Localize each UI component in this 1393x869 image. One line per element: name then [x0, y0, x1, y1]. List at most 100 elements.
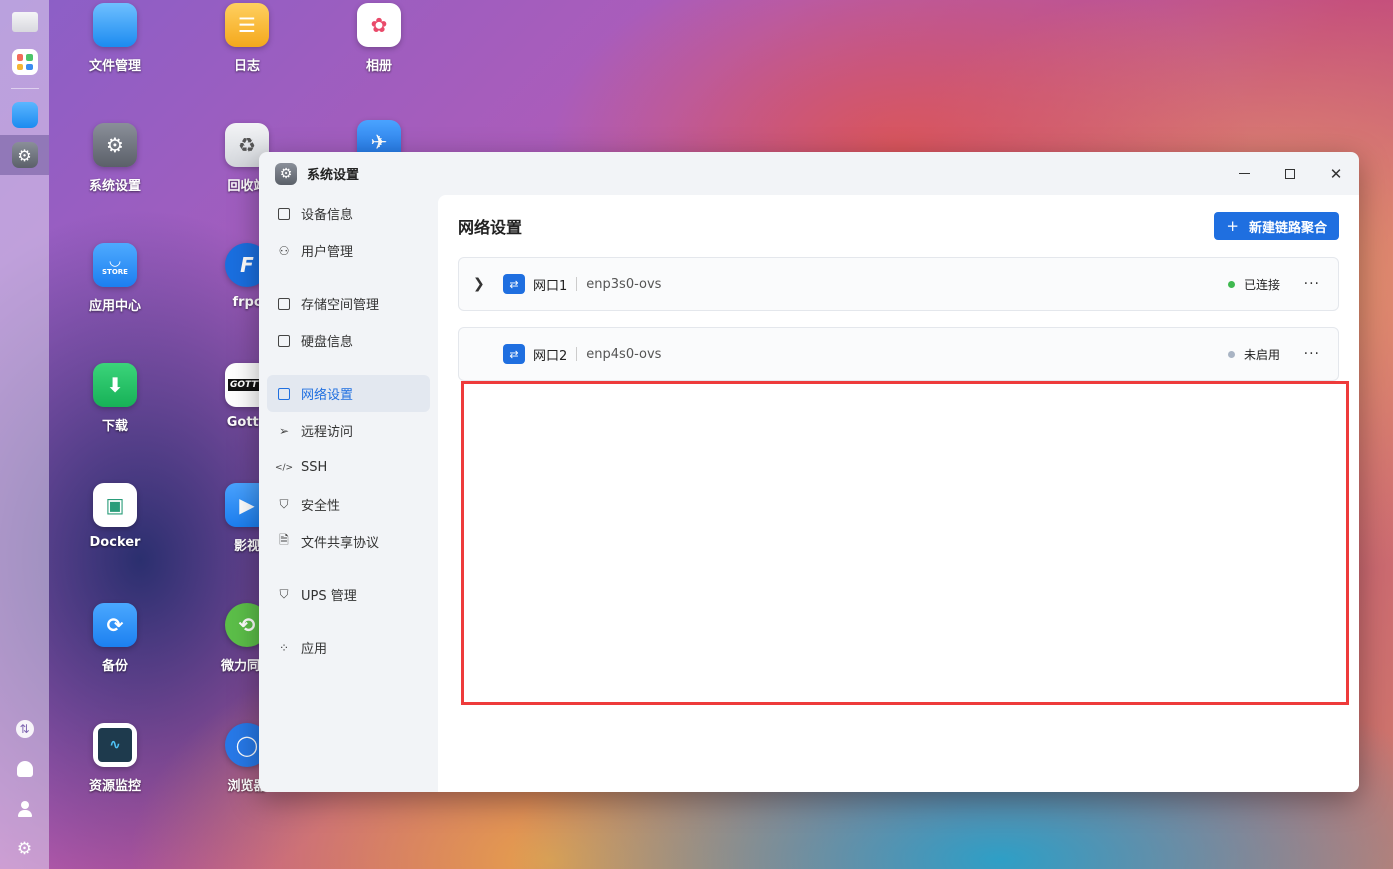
- sidebar-item-ssh[interactable]: </> SSH: [267, 449, 430, 486]
- gear-icon: ⚙: [93, 123, 137, 167]
- network-icon: [277, 387, 291, 401]
- desktop-icon-store[interactable]: ◡ STORE 应用中心: [65, 243, 165, 314]
- desktop-icon-label: 文件管理: [88, 59, 141, 74]
- maximize-icon: [1285, 168, 1295, 179]
- desktop-icon-download[interactable]: ⬇ 下载: [65, 363, 165, 434]
- window-titlebar[interactable]: ⚙ 系统设置 ✕: [259, 152, 1359, 195]
- user-icon: ⚇: [278, 243, 290, 258]
- window-title: 系统设置: [307, 168, 360, 183]
- desktop-icon-monitor[interactable]: ∿ 资源监控: [65, 723, 165, 794]
- files-dock-button[interactable]: [0, 95, 49, 135]
- cog-icon: ⚙: [16, 839, 33, 859]
- settings-bottom-dock-button[interactable]: ⚙: [0, 829, 49, 869]
- status-badge: 已连接: [1227, 276, 1280, 293]
- sidebar-item-remote-access[interactable]: ➢ 远程访问: [267, 412, 430, 449]
- sidebar-item-label: 远程访问: [301, 425, 354, 440]
- log-icon: ☰: [225, 3, 269, 47]
- sidebar-item-label: 应用: [301, 642, 328, 657]
- sidebar-item-storage[interactable]: 存储空间管理: [267, 285, 430, 322]
- disk-icon: [277, 334, 291, 348]
- button-label: 新建链路聚合: [1248, 220, 1327, 236]
- store-badge-text: STORE: [102, 268, 128, 276]
- sidebar-item-label: 安全性: [301, 499, 341, 514]
- dock: ⚙ ⇅ ⚙: [0, 0, 49, 869]
- port-name: 网口1: [533, 278, 568, 294]
- status-dot-icon: [1227, 280, 1235, 288]
- monitor-icon: ∿: [93, 723, 137, 767]
- chevron-right-icon[interactable]: ❯: [473, 276, 489, 292]
- plus-icon: +: [1226, 217, 1239, 235]
- sidebar-item-ups[interactable]: ⛉ UPS 管理: [267, 576, 430, 613]
- port-name: 网口2: [533, 348, 568, 364]
- upload-dock-button[interactable]: ⇅: [0, 709, 49, 749]
- gear-icon: ⚙: [11, 142, 38, 168]
- launcher-dock-button[interactable]: [0, 42, 49, 82]
- send-icon: ➢: [278, 423, 290, 438]
- port-device: enp3s0-ovs: [586, 276, 662, 292]
- download-icon: ⬇: [93, 363, 137, 407]
- desktop-icon-label: 日志: [233, 59, 260, 74]
- close-button[interactable]: ✕: [1313, 152, 1359, 195]
- maximize-button[interactable]: [1267, 152, 1313, 195]
- minimize-button[interactable]: [1221, 152, 1267, 195]
- shield-check-icon: ⛉: [279, 497, 289, 511]
- sidebar-item-security[interactable]: ⛉ 安全性: [267, 486, 430, 523]
- new-link-aggregation-button[interactable]: + 新建链路聚合: [1214, 212, 1339, 240]
- desktop-icon-log[interactable]: ☰ 日志: [197, 3, 297, 74]
- sidebar-item-label: 存储空间管理: [301, 298, 380, 313]
- apps-icon: ⁘: [278, 640, 290, 655]
- desktop-icon-settings[interactable]: ⚙ 系统设置: [65, 123, 165, 194]
- network-port-card[interactable]: ⇄ 网口2 enp4s0-ovs 未启用 ···: [458, 327, 1339, 381]
- sidebar-item-network[interactable]: 网络设置: [267, 375, 430, 412]
- sidebar-item-label: UPS 管理: [301, 589, 357, 604]
- file-icon: 🗎: [279, 533, 289, 547]
- divider: [576, 347, 578, 361]
- sidebar-item-apps[interactable]: ⁘ 应用: [267, 629, 430, 666]
- backup-icon: ⟳: [93, 603, 137, 647]
- settings-dock-button[interactable]: ⚙: [0, 135, 49, 175]
- status-badge: 未启用: [1227, 346, 1280, 363]
- dock-divider: [10, 88, 39, 89]
- desktop-icon-backup[interactable]: ⟳ 备份: [65, 603, 165, 674]
- more-options-icon[interactable]: ···: [1304, 276, 1320, 292]
- close-icon: ✕: [1329, 164, 1343, 183]
- desktop-icon-docker[interactable]: ▣ Docker: [65, 483, 165, 550]
- desktop-icon-label: 系统设置: [88, 179, 141, 194]
- sidebar-item-label: 网络设置: [301, 388, 354, 403]
- port-swap-icon: ⇄: [503, 274, 525, 294]
- transfer-icon: ⇅: [15, 720, 34, 738]
- desktop-icon-label: 资源监控: [88, 779, 141, 794]
- folder-icon: [93, 3, 137, 47]
- account-dock-button[interactable]: [0, 789, 49, 829]
- desktop-icon-label: 应用中心: [88, 299, 141, 314]
- sidebar-item-label: SSH: [301, 460, 328, 475]
- sidebar-item-disks[interactable]: 硬盘信息: [267, 322, 430, 359]
- desktop-icon-photos[interactable]: ✿ 相册: [329, 3, 429, 74]
- code-icon: </>: [274, 462, 294, 473]
- storage-icon: [277, 297, 291, 311]
- device-icon: [277, 207, 291, 221]
- desktop-icon-label: Docker: [89, 535, 141, 550]
- sidebar-item-file-sharing[interactable]: 🗎 文件共享协议: [267, 523, 430, 560]
- desktop-icon-files[interactable]: 文件管理: [65, 3, 165, 74]
- gear-icon: ⚙: [275, 162, 297, 185]
- more-options-icon[interactable]: ···: [1304, 346, 1320, 362]
- sidebar-item-users[interactable]: ⚇ 用户管理: [267, 232, 430, 269]
- divider: [576, 277, 578, 291]
- photos-icon: ✿: [357, 3, 401, 47]
- status-text: 未启用: [1243, 347, 1280, 362]
- bell-icon: [16, 761, 33, 777]
- desktop-dock-button[interactable]: [0, 2, 49, 42]
- shield-icon: ⛉: [279, 587, 289, 601]
- network-port-card[interactable]: ❯ ⇄ 网口1 enp3s0-ovs 已连接 ···: [458, 257, 1339, 311]
- notifications-dock-button[interactable]: [0, 749, 49, 789]
- status-dot-icon: [1227, 350, 1235, 358]
- highlight-box: [461, 381, 1349, 705]
- apps-grid-icon: [11, 49, 38, 75]
- desktop-icon-label: 相册: [365, 59, 392, 74]
- desktop-icon-label: 备份: [101, 659, 128, 674]
- sidebar-item-label: 设备信息: [301, 208, 354, 223]
- docker-icon: ▣: [93, 483, 137, 527]
- sidebar-item-device-info[interactable]: 设备信息: [267, 195, 430, 232]
- status-text: 已连接: [1243, 277, 1280, 292]
